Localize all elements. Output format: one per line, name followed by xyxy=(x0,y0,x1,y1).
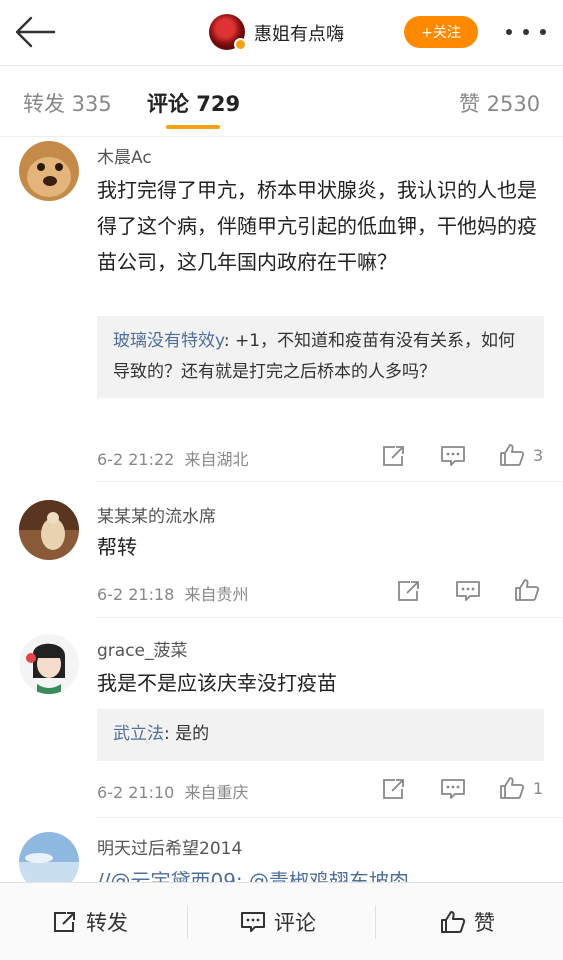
comment-location: 来自重庆 xyxy=(184,783,249,802)
comment-location: 来自湖北 xyxy=(184,450,249,469)
back-arrow-icon[interactable] xyxy=(14,15,56,49)
comment-button[interactable]: 评论 xyxy=(240,907,316,937)
bottom-action-bar: 转发 评论 赞 xyxy=(0,882,563,960)
comment-meta: 6-2 21:10 来自重庆 xyxy=(97,779,249,803)
comment-time: 6-2 21:10 xyxy=(97,783,175,802)
comment-location: 来自贵州 xyxy=(184,585,249,604)
follow-button[interactable]: +关注 xyxy=(404,16,478,48)
comment-author[interactable]: 明天过后希望2014 xyxy=(97,834,242,859)
avatar[interactable] xyxy=(19,500,79,560)
share-icon[interactable] xyxy=(381,777,407,801)
comment-icon xyxy=(241,912,265,932)
comment-icon[interactable] xyxy=(455,579,481,603)
reply-box[interactable]: 玻璃没有特效y: +1，不知道和疫苗有没有关系，如何导致的？还有就是打完之后桥本… xyxy=(97,316,544,398)
divider xyxy=(97,481,563,482)
share-icon xyxy=(54,912,75,932)
tab-bar: 转发 335 评论 729 赞 2530 xyxy=(0,67,563,137)
repost-label: 转发 xyxy=(86,911,128,935)
like-icon[interactable] xyxy=(499,776,525,800)
like-icon[interactable] xyxy=(514,578,540,602)
comment-author[interactable]: grace_菠菜 xyxy=(97,636,188,661)
repost-button[interactable]: 转发 xyxy=(52,907,128,937)
comment-meta: 6-2 21:18 来自贵州 xyxy=(97,581,249,605)
avatar[interactable] xyxy=(19,141,79,201)
tab-comment[interactable]: 评论 729 xyxy=(147,88,240,118)
comment-item: 明天过后希望2014 //@云宇黛西09: @青椒鸡翅东坡肉 xyxy=(0,829,563,882)
comment-label: 评论 xyxy=(274,911,316,935)
active-tab-indicator xyxy=(166,125,220,129)
comment-text: 我打完得了甲亢，桥本甲状腺炎，我认识的人也是得了这个病，伴随甲亢引起的低血钾，干… xyxy=(97,178,537,274)
like-count: 1 xyxy=(533,779,544,798)
comment-author[interactable]: 某某某的流水席 xyxy=(97,502,216,527)
comment-time: 6-2 21:18 xyxy=(97,585,175,604)
divider xyxy=(97,817,563,818)
share-icon[interactable] xyxy=(396,579,422,603)
comment-meta: 6-2 21:22 来自湖北 xyxy=(97,446,249,470)
top-bar: 惠姐有点嗨 +关注 xyxy=(0,0,563,66)
like-count: 3 xyxy=(533,446,544,465)
divider xyxy=(97,617,563,618)
like-icon xyxy=(441,911,466,933)
like-button[interactable]: 赞 xyxy=(440,907,495,937)
reply-author[interactable]: 玻璃没有特效y xyxy=(113,331,224,351)
comment-time: 6-2 21:22 xyxy=(97,450,175,469)
more-options-icon[interactable] xyxy=(506,26,546,38)
comment-text: 帮转 xyxy=(97,535,137,559)
user-name[interactable]: 惠姐有点嗨 xyxy=(254,20,344,46)
separator xyxy=(187,905,188,939)
reply-text: : 是的 xyxy=(164,724,210,744)
reply-author[interactable]: 武立法 xyxy=(113,724,164,744)
like-icon[interactable] xyxy=(499,443,525,467)
comment-icon[interactable] xyxy=(440,777,466,801)
avatar[interactable] xyxy=(19,832,79,882)
like-label: 赞 xyxy=(474,911,495,935)
avatar[interactable] xyxy=(19,634,79,694)
comment-text: 我是不是应该庆幸没打疫苗 xyxy=(97,671,337,695)
tab-repost[interactable]: 转发 335 xyxy=(23,88,112,118)
comment-icon[interactable] xyxy=(440,444,466,468)
comment-text[interactable]: //@云宇黛西09: @青椒鸡翅东坡肉 xyxy=(97,863,547,882)
tab-like[interactable]: 赞 2530 xyxy=(459,88,540,118)
comment-author[interactable]: 木晨Ac xyxy=(97,143,152,168)
reply-box[interactable]: 武立法: 是的 xyxy=(97,709,544,761)
share-icon[interactable] xyxy=(381,444,407,468)
separator xyxy=(375,905,376,939)
verified-badge-icon xyxy=(234,38,247,51)
